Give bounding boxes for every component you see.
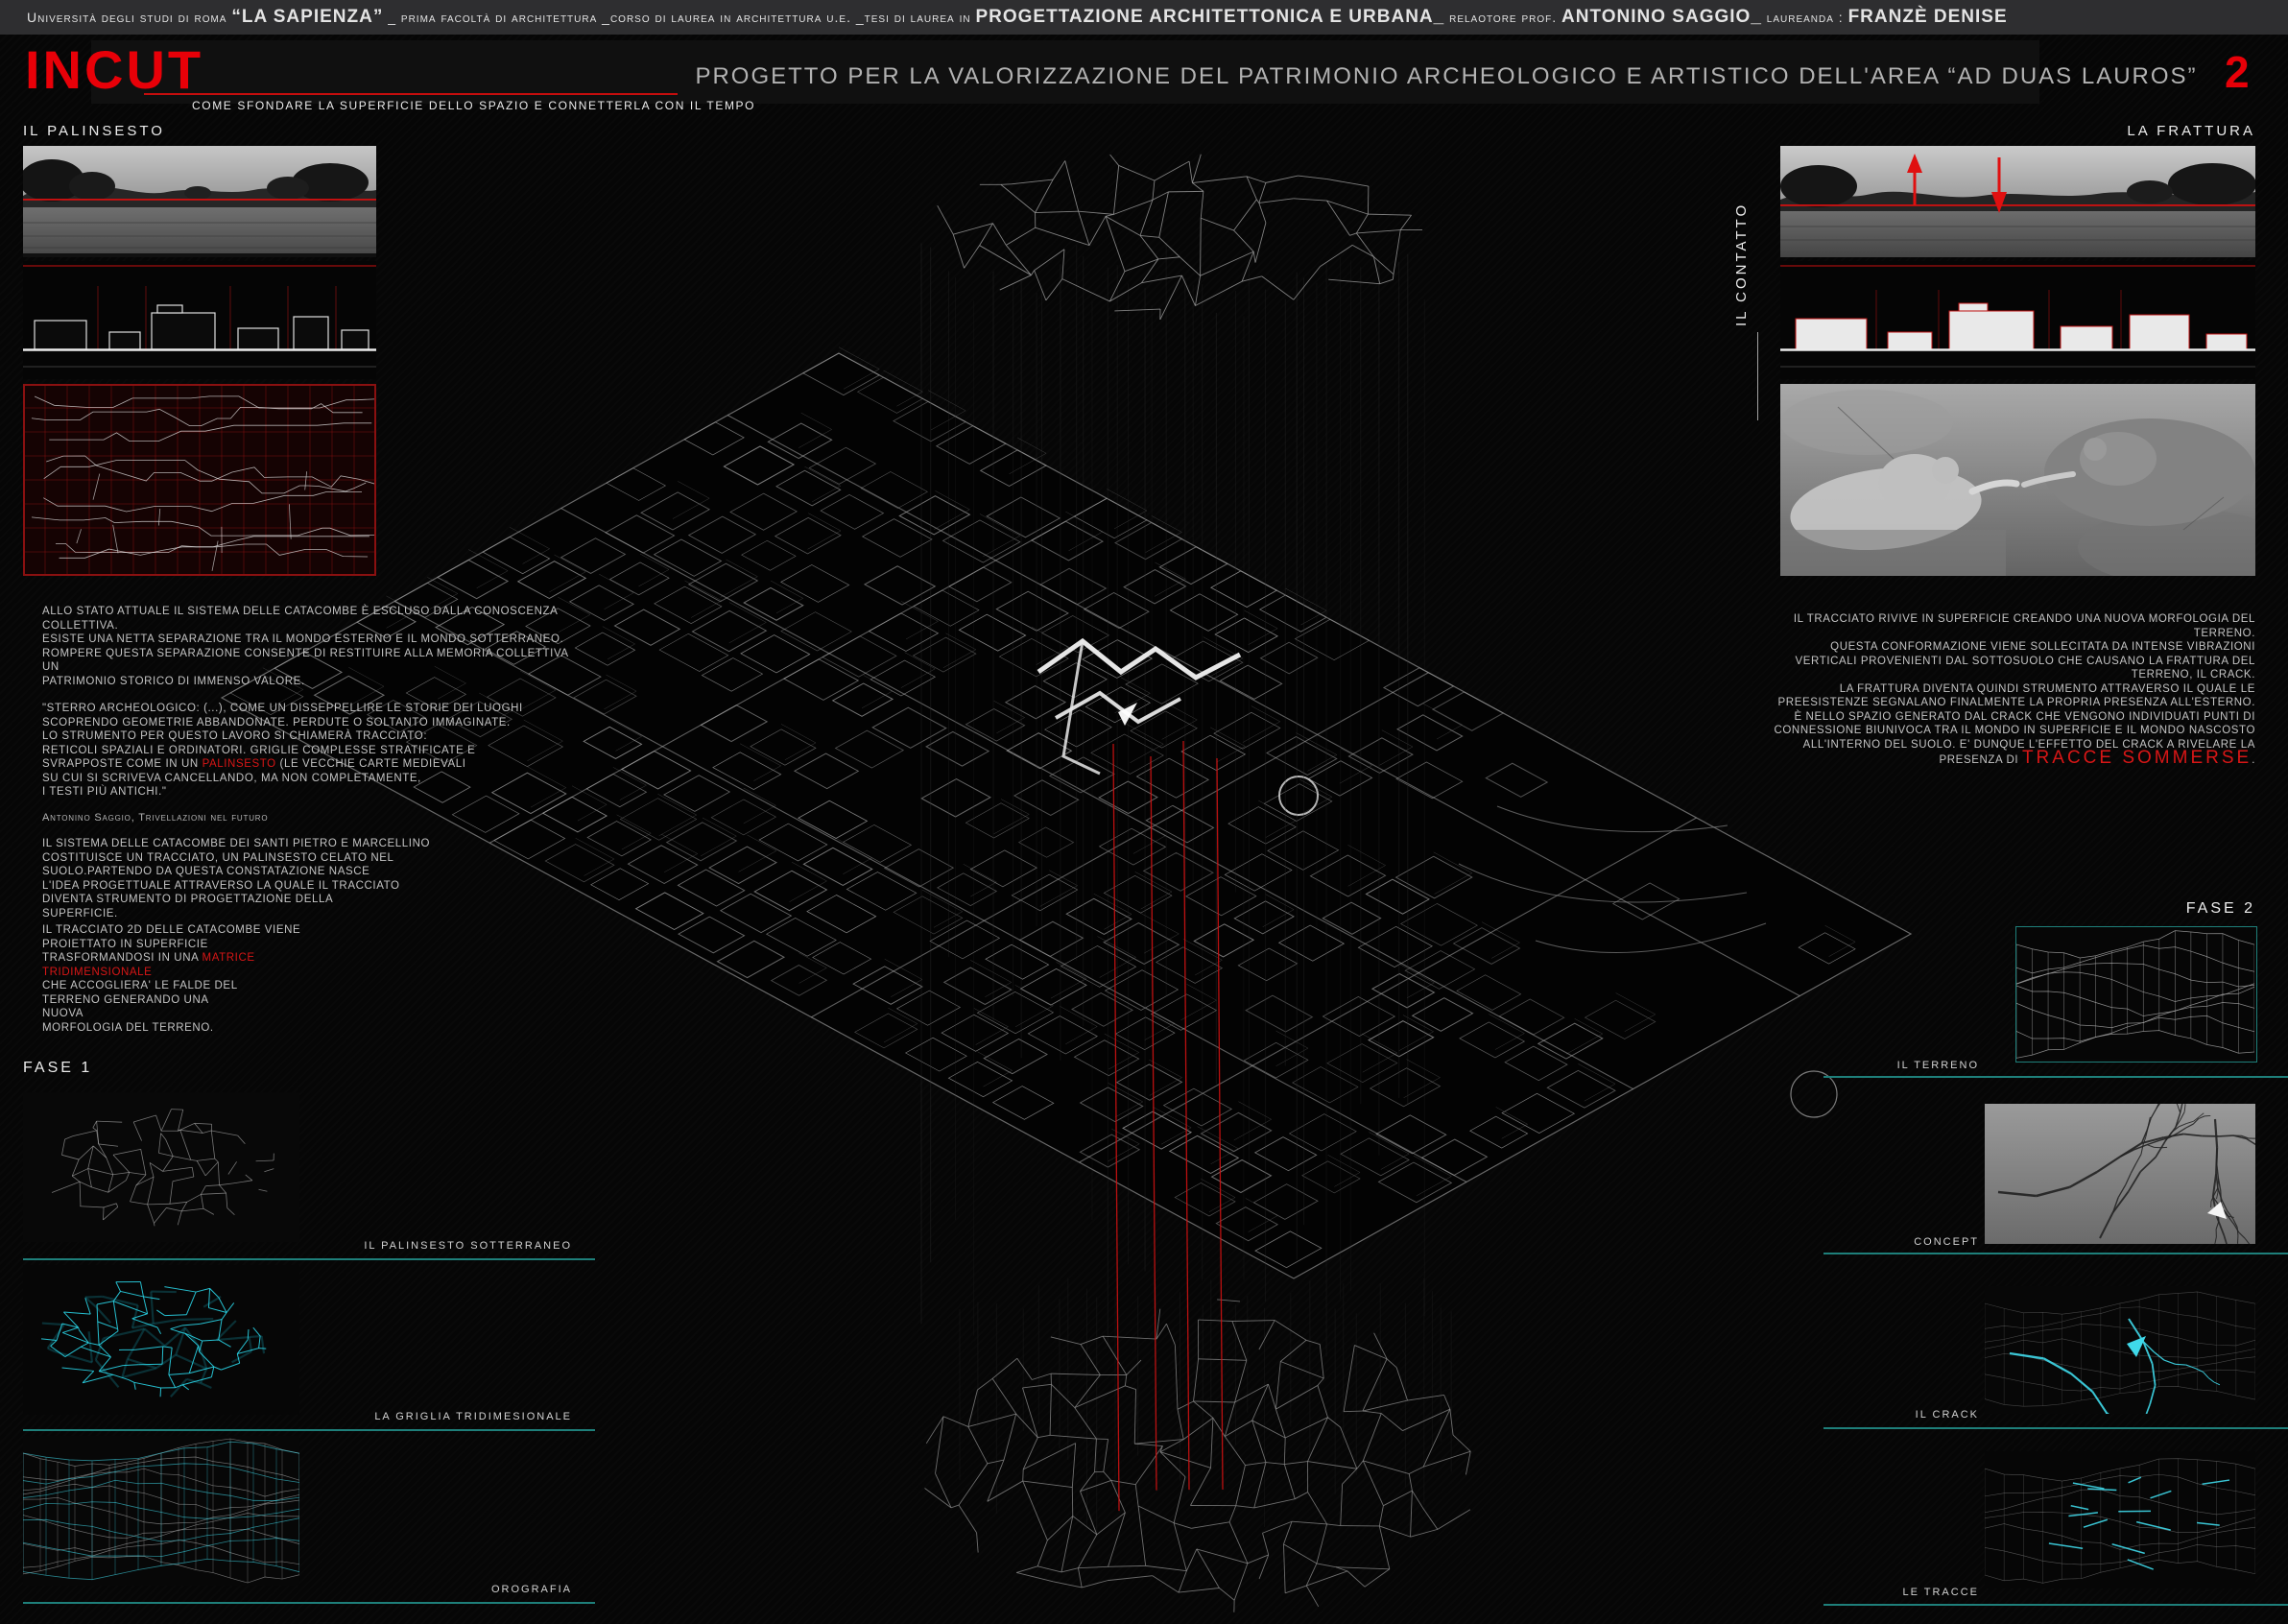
fase2-divider [1823, 1604, 2288, 1606]
quote-highlight: PALINSESTO [203, 758, 276, 770]
fresco-image [1780, 384, 2255, 576]
creation-of-adam-image [1780, 384, 2255, 576]
palinsesto-sotterraneo-image [23, 1092, 299, 1242]
fase1-row-label: OROGRAFIA [307, 1584, 572, 1595]
fase2-row-label: IL CRACK [1728, 1409, 1979, 1421]
terreno-image [2016, 927, 2254, 1060]
credit-thesis-subject: PROGETTAZIONE ARCHITETTONICA E URBANA_ [975, 0, 1444, 35]
matrice-text-1: IL TRACCIATO 2D DELLE CATACOMBE VIENE PR… [42, 924, 300, 964]
page-number: 2 [2225, 46, 2250, 98]
section-label-palinsesto: IL PALINSESTO [23, 123, 165, 139]
frattura-text-1: IL TRACCIATO RIVIVE IN SUPERFICIE CREAND… [1774, 613, 2255, 766]
fase1-divider [23, 1602, 595, 1604]
concept-crack-photo [1985, 1104, 2255, 1244]
quote-paragraph: "STERRO ARCHEOLOGICO: (...), COME UN DIS… [42, 702, 580, 800]
section-diagram-right [1780, 261, 2255, 379]
credit-relatore-label: relaotore prof. [1444, 0, 1561, 35]
orografia-image [23, 1436, 299, 1586]
tracce-sommerse-highlight: TRACCE SOMMERSE [2022, 748, 2252, 768]
thumbnail-il-crack [1985, 1286, 2255, 1414]
intro-paragraph: ALLO STATO ATTUALE IL SISTEMA DELLE CATA… [42, 605, 580, 688]
thumbnail-le-tracce [1985, 1451, 2255, 1588]
fase2-divider [1823, 1253, 2288, 1254]
credit-faculty: _ prima facoltà di architettura _corso d… [383, 0, 975, 35]
fase2-row-label: IL TERRENO [1728, 1060, 1979, 1071]
fase1-divider [23, 1429, 595, 1431]
thumbnail-griglia-tridimensionale [23, 1265, 299, 1415]
credit-relatore-name: ANTONINO SAGGIO_ [1561, 0, 1762, 35]
fase1-row-label: LA GRIGLIA TRIDIMESIONALE [307, 1411, 572, 1422]
contatto-line [1757, 332, 1758, 420]
top-credits-bar: Università degli studi di roma “LA SAPIE… [0, 0, 2288, 35]
thumbnail-orografia [23, 1436, 299, 1586]
thumbnail-concept [1985, 1104, 2255, 1244]
fase2-divider [1823, 1076, 2288, 1078]
tagline: COME SFONDARE LA SUPERFICIE DELLO SPAZIO… [192, 99, 755, 112]
project-title: PROGETTO PER LA VALORIZZAZIONE DEL PATRI… [691, 63, 2202, 90]
credit-laureanda-label: laureanda : [1762, 0, 1848, 35]
quote-attribution: Antonino Saggio, Trivellazioni nel futur… [42, 812, 268, 824]
credit-laureanda-name: FRANZÈ DENISE [1848, 0, 2008, 35]
matrice-paragraph: IL TRACCIATO 2D DELLE CATACOMBE VIENE PR… [42, 923, 580, 1035]
fase2-row-label: CONCEPT [1728, 1236, 1979, 1248]
fase2-divider [1823, 1427, 2288, 1429]
panorama-right-image [1780, 146, 2255, 257]
catacombe-paragraph: IL SISTEMA DELLE CATACOMBE DEI SANTI PIE… [42, 837, 580, 920]
red-grid-tracciato [23, 384, 376, 576]
credit-university-name: “LA SAPIENZA” [231, 0, 383, 35]
fase2-row-label: LE TRACCE [1728, 1587, 1979, 1598]
credit-university: Università degli studi di roma [27, 0, 231, 35]
fase1-divider [23, 1258, 595, 1260]
skyline-section-right [1780, 261, 2255, 379]
fase1-row-label: IL PALINSESTO SOTTERRANEO [307, 1240, 572, 1252]
griglia-tridimensionale-image [23, 1265, 299, 1415]
logo-underline [144, 93, 678, 95]
catacomb-grid-map [23, 384, 376, 576]
fase2-label: FASE 2 [2186, 900, 2255, 918]
matrice-text-2: CHE ACCOGLIERA' LE FALDE DEL TERRENO GEN… [42, 980, 238, 1034]
frattura-paragraph: IL TRACCIATO RIVIVE IN SUPERFICIE CREAND… [1766, 612, 2255, 768]
thumbnail-palinsesto-sotterraneo [23, 1092, 299, 1242]
skyline-section-left [23, 261, 376, 379]
il-crack-image [1985, 1286, 2255, 1414]
panorama-left-image [23, 146, 376, 257]
fase1-label: FASE 1 [23, 1060, 92, 1077]
section-diagram-left [23, 261, 376, 379]
panorama-left-photo [23, 146, 376, 257]
logo-incut: INCUT [25, 38, 203, 101]
panorama-right-photo [1780, 146, 2255, 257]
frattura-text-2: . [2252, 754, 2255, 766]
section-label-frattura: LA FRATTURA [2127, 123, 2255, 139]
section-label-contatto: IL CONTATTO [1733, 144, 1750, 326]
poster-board: Università degli studi di roma “LA SAPIE… [0, 0, 2288, 1624]
thumbnail-terreno [2015, 926, 2257, 1063]
le-tracce-image [1985, 1451, 2255, 1588]
